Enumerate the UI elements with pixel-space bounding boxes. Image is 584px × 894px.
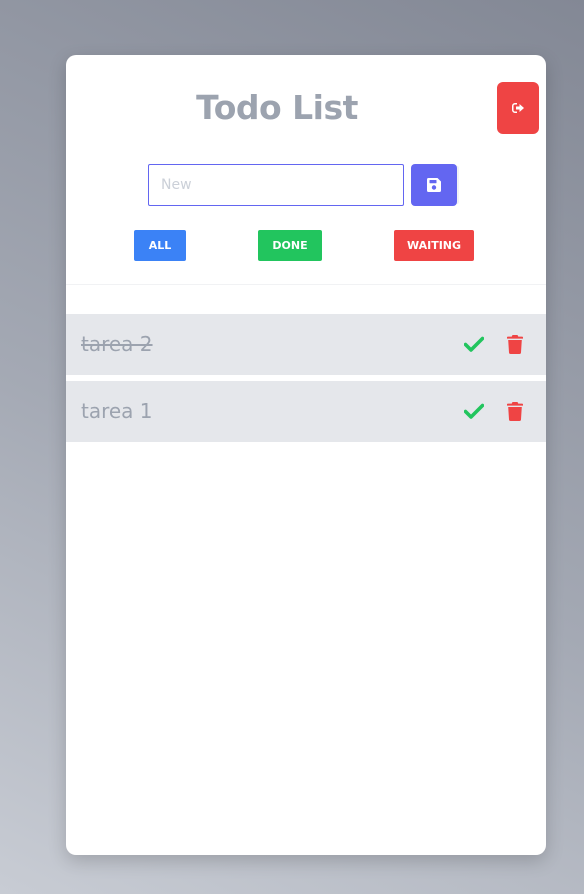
trash-icon bbox=[507, 334, 523, 354]
check-icon bbox=[464, 336, 484, 352]
page-title: Todo List bbox=[196, 88, 358, 127]
save-button[interactable] bbox=[411, 164, 457, 206]
mark-done-button[interactable] bbox=[463, 400, 485, 422]
new-todo-input[interactable] bbox=[148, 164, 404, 206]
sign-out-icon bbox=[512, 103, 524, 113]
floppy-disk-icon bbox=[427, 178, 441, 192]
todo-item: tarea 2 bbox=[66, 314, 546, 375]
todo-text: tarea 1 bbox=[81, 399, 153, 423]
logout-button[interactable] bbox=[497, 82, 539, 134]
todo-text: tarea 2 bbox=[81, 332, 153, 356]
divider bbox=[66, 284, 546, 285]
filter-all-button[interactable]: ALL bbox=[134, 230, 186, 261]
todo-item: tarea 1 bbox=[66, 381, 546, 442]
delete-button[interactable] bbox=[505, 333, 525, 355]
todo-card: Todo List ALL DONE WAITING tarea 2 bbox=[66, 55, 546, 855]
check-icon bbox=[464, 403, 484, 419]
filter-done-button[interactable]: DONE bbox=[258, 230, 322, 261]
delete-button[interactable] bbox=[505, 400, 525, 422]
mark-done-button[interactable] bbox=[463, 333, 485, 355]
trash-icon bbox=[507, 401, 523, 421]
filter-waiting-button[interactable]: WAITING bbox=[394, 230, 474, 261]
